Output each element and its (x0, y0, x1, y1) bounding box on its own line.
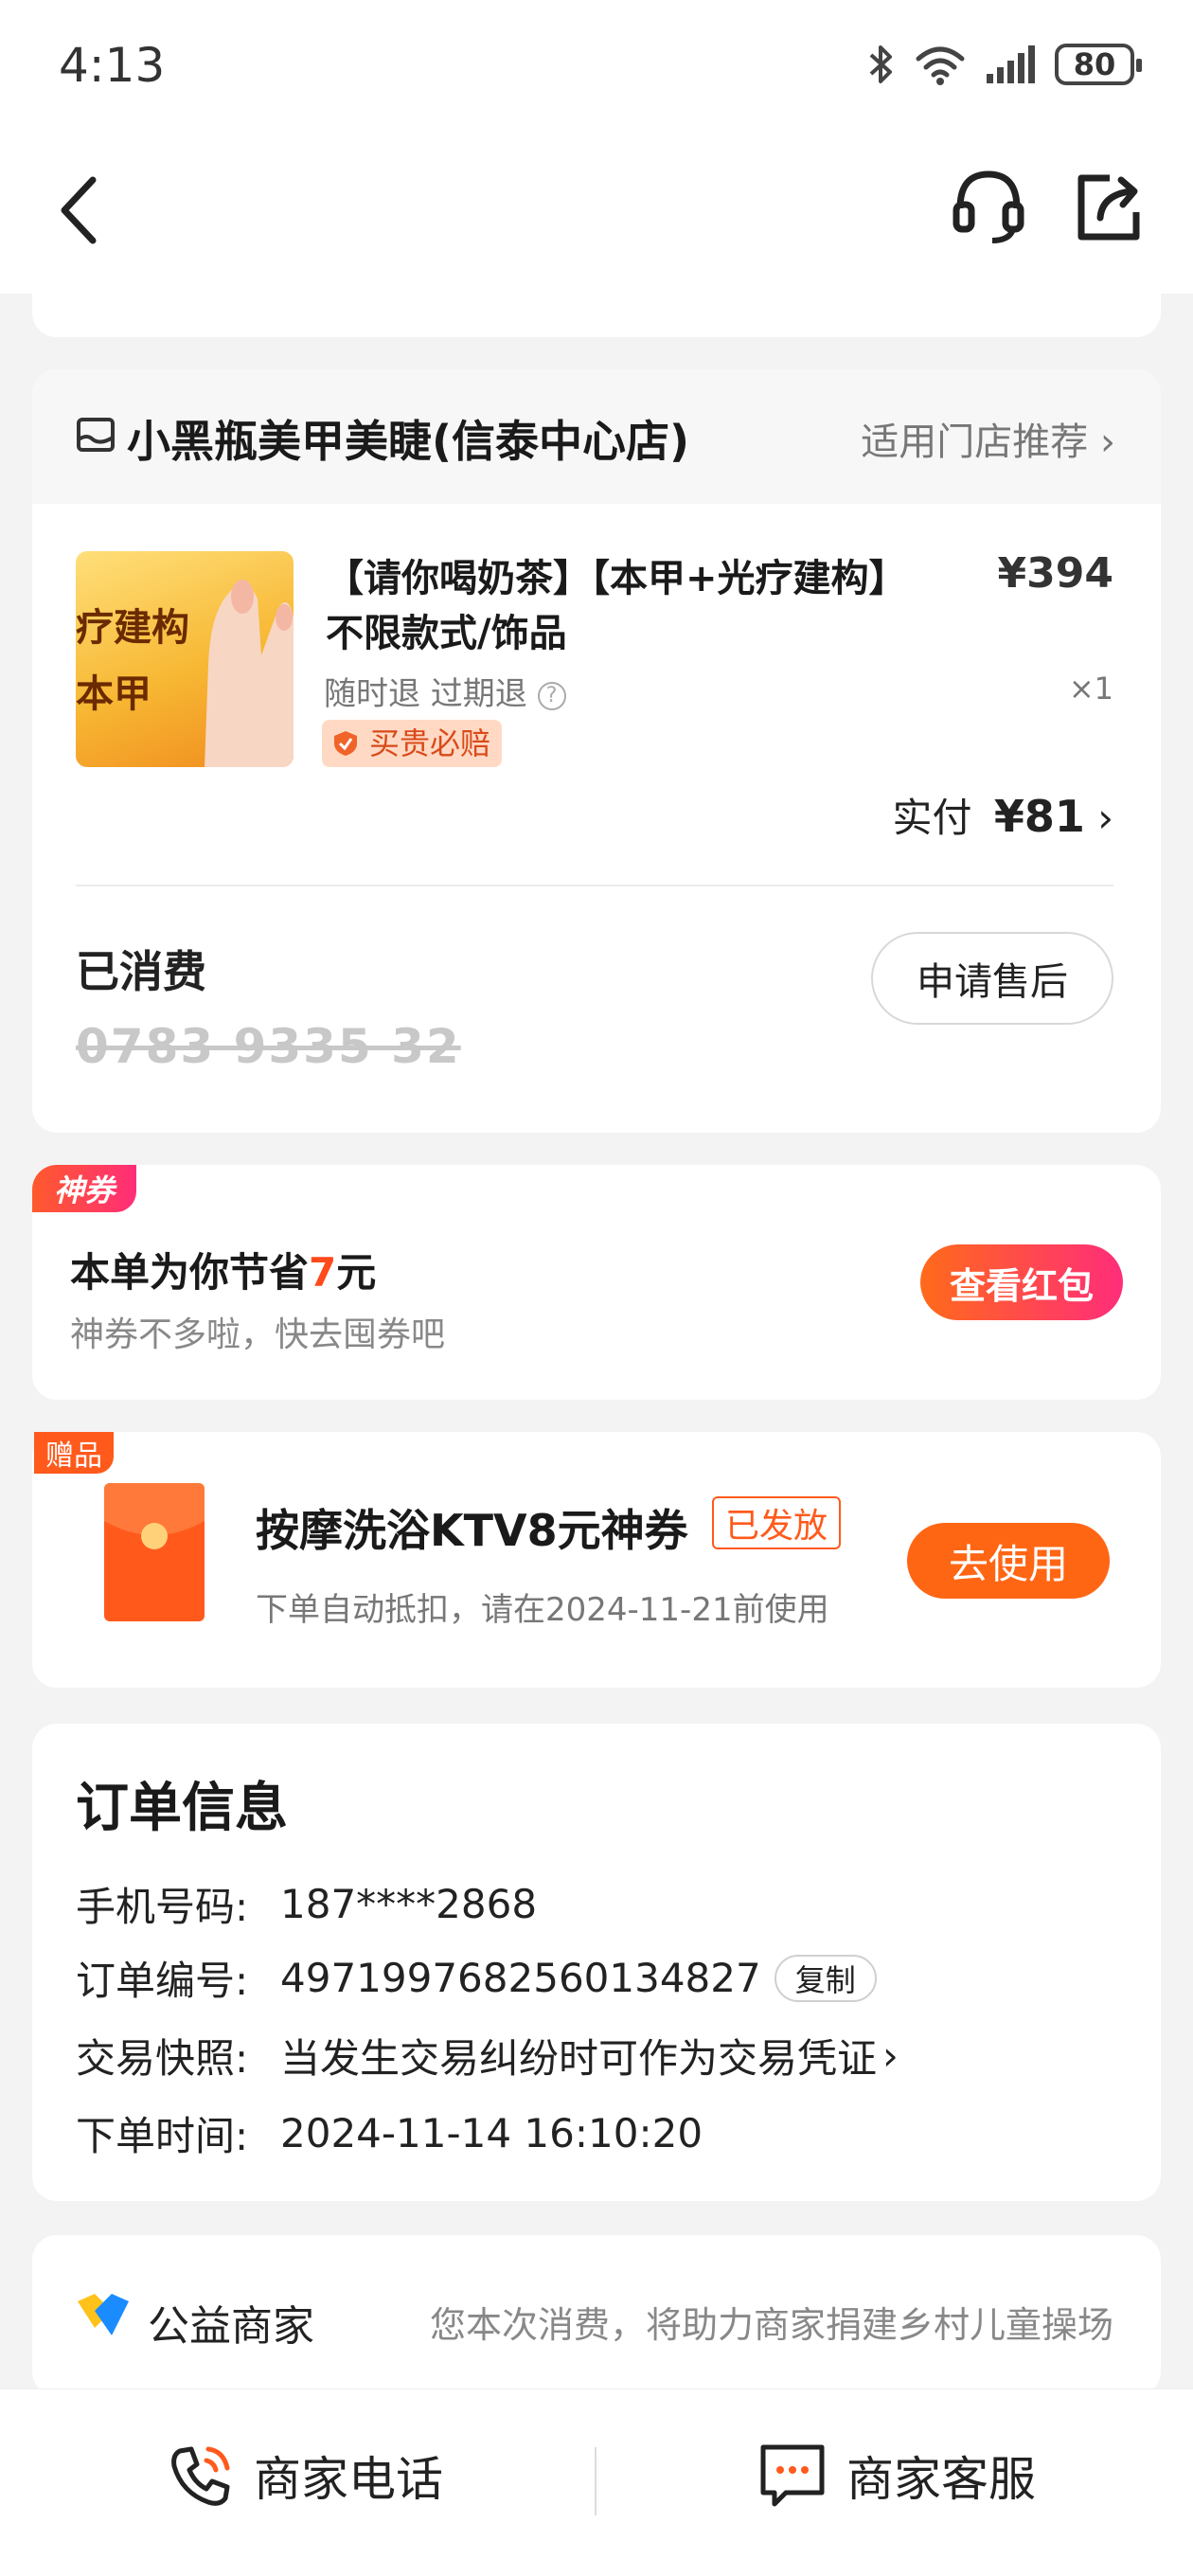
shop-icon (77, 418, 115, 452)
super-coupon-tag: 神券 (32, 1165, 136, 1212)
refund-policy-text: 随时退 过期退 (324, 675, 527, 713)
thumb-text-2: 本甲 (76, 672, 151, 716)
paid-label: 实付 (892, 795, 972, 841)
order-time-row: 下单时间: 2024-11-14 16:10:20 (76, 2104, 703, 2162)
voucher-status: 已消费 (76, 946, 206, 997)
product-title[interactable]: 【请你喝奶茶】【本甲+光疗建构】 不限款式/饰品 (326, 551, 970, 661)
phone-row: 手机号码: 187****2868 (76, 1875, 537, 1933)
saving-prefix: 本单为你节省 (70, 1249, 310, 1296)
snapshot-label: 交易快照: (76, 2035, 249, 2082)
after-sale-button[interactable]: 申请售后 (871, 932, 1113, 1025)
merchant-service-button[interactable]: 商家客服 (757, 2442, 1036, 2510)
wifi-icon (916, 46, 965, 85)
view-red-packet-button[interactable]: 查看红包 (920, 1244, 1123, 1320)
product-title-line1: 【请你喝奶茶】【本甲+光疗建构】 (326, 557, 907, 600)
red-envelope-icon (104, 1483, 205, 1621)
hand-illustration (205, 580, 294, 767)
previous-card-bottom (32, 284, 1161, 337)
store-recommend-label: 适用门店推荐 (861, 420, 1089, 464)
gift-tag: 赠品 (34, 1432, 114, 1474)
gift-title: 按摩洗浴KTV8元神券 (256, 1505, 688, 1556)
divider (76, 885, 1113, 886)
order-info-title: 订单信息 (76, 1778, 288, 1839)
product-title-line2: 不限款式/饰品 (326, 612, 567, 655)
charity-description: 您本次消费，将助力商家捐建乡村儿童操场 (429, 2304, 1113, 2346)
merchant-phone-label: 商家电话 (254, 2452, 443, 2507)
chevron-right-icon: › (882, 2032, 899, 2079)
chevron-right-icon: › (1097, 795, 1113, 841)
merchant-phone-button[interactable]: 商家电话 (167, 2442, 443, 2510)
order-time-value: 2024-11-14 16:10:20 (280, 2110, 703, 2156)
bluetooth-icon (869, 45, 892, 83)
product-price: ¥394 (997, 549, 1113, 598)
charity-heart-icon (78, 2294, 129, 2335)
gift-subtext: 下单自动抵扣，请在2024-11-21前使用 (256, 1591, 829, 1629)
order-number-value: 4971997682560134827 (280, 1955, 761, 2001)
chat-bubble-icon (760, 2444, 825, 2507)
use-coupon-button[interactable]: 去使用 (907, 1523, 1110, 1599)
saving-subtext: 神券不多啦，快去囤券吧 (70, 1315, 446, 1354)
product-thumbnail[interactable]: 疗建构 本甲 (76, 551, 294, 767)
shop-name[interactable]: 小黑瓶美甲美睫(信泰中心店) (127, 407, 689, 470)
phone-label: 手机号码: (76, 1884, 249, 1930)
snapshot-text: 当发生交易纠纷时可作为交易凭证 (280, 2035, 878, 2082)
bottom-bar-separator (595, 2447, 596, 2515)
back-icon[interactable] (55, 172, 102, 248)
status-icons: 80 (867, 42, 1142, 87)
shield-check-icon (334, 731, 357, 756)
saving-text: 本单为你节省7元 (70, 1241, 376, 1298)
order-number-label: 订单编号: (76, 1958, 249, 2004)
signal-icon (987, 45, 1035, 83)
help-icon[interactable]: ? (537, 681, 566, 710)
chevron-right-icon: › (1100, 420, 1115, 464)
gift-issued-badge: 已发放 (712, 1496, 842, 1549)
snapshot-row[interactable]: 交易快照: 当发生交易纠纷时可作为交易凭证 › (76, 2027, 899, 2084)
customer-service-headset-icon[interactable] (951, 167, 1026, 246)
phone-value: 187****2868 (280, 1881, 538, 1927)
battery-indicator: 80 (1055, 44, 1142, 85)
store-recommend-link[interactable]: 适用门店推荐 › (861, 411, 1115, 466)
voucher-code: 0783 9335 32 (76, 1019, 461, 1074)
price-guarantee-badge: 买贵必赔 (322, 720, 503, 767)
refund-policy: 随时退 过期退 ? (324, 668, 566, 714)
price-guarantee-label: 买贵必赔 (369, 725, 491, 761)
paid-amount-row[interactable]: 实付 ¥81 › (892, 786, 1113, 844)
status-time: 4:13 (59, 38, 166, 93)
order-number-row: 订单编号: 4971997682560134827 复制 (76, 1949, 877, 2007)
product-quantity: ×1 (1068, 671, 1113, 707)
copy-button[interactable]: 复制 (774, 1954, 877, 2002)
order-time-label: 下单时间: (76, 2113, 249, 2159)
paid-amount: ¥81 (993, 791, 1085, 842)
share-icon[interactable] (1074, 169, 1146, 244)
merchant-service-label: 商家客服 (846, 2452, 1036, 2507)
charity-merchant-label: 公益商家 (148, 2302, 314, 2351)
saving-amount: 7 (309, 1249, 337, 1296)
phone-icon (171, 2446, 230, 2506)
saving-suffix: 元 (336, 1249, 377, 1296)
